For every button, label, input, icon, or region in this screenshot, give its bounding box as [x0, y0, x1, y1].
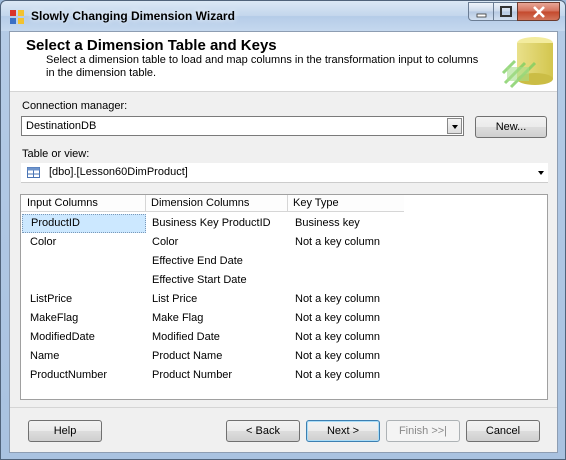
wizard-window: Slowly Changing Dimension Wizard Select …	[0, 0, 566, 460]
key-type-cell[interactable]: Not a key column	[295, 312, 380, 324]
back-button[interactable]: < Back	[226, 420, 300, 442]
dimension-column-cell: Effective Start Date	[152, 274, 247, 286]
page-title: Select a Dimension Table and Keys	[26, 37, 277, 54]
dimension-column-cell: Color	[152, 236, 179, 248]
next-button[interactable]: Next >	[306, 420, 380, 442]
input-column-cell[interactable]: ListPrice	[30, 293, 72, 305]
chevron-down-icon[interactable]	[538, 171, 544, 175]
maximize-button[interactable]	[493, 2, 518, 21]
finish-button[interactable]: Finish >>|	[386, 420, 460, 442]
table-row[interactable]: Effective Start Date	[21, 271, 547, 290]
input-column-cell[interactable]: ModifiedDate	[30, 331, 95, 343]
key-type-cell[interactable]: Not a key column	[295, 236, 380, 248]
column-header-dimension[interactable]: Dimension Columns	[151, 197, 249, 209]
dimension-column-cell: Modified Date	[152, 331, 220, 343]
key-type-cell[interactable]: Business key	[295, 217, 360, 229]
table-row[interactable]: ModifiedDate Modified Date Not a key col…	[21, 328, 547, 347]
dimension-column-cell: Business Key ProductID	[152, 217, 271, 229]
app-icon	[10, 10, 24, 24]
database-graphic-icon	[501, 37, 553, 89]
table-row[interactable]: ProductID Business Key ProductID Busines…	[21, 214, 547, 233]
table-or-view-value: [dbo].[Lesson60DimProduct]	[49, 166, 188, 178]
key-type-cell[interactable]: Not a key column	[295, 331, 380, 343]
table-row[interactable]: Name Product Name Not a key column	[21, 347, 547, 366]
key-type-cell[interactable]: Not a key column	[295, 350, 380, 362]
page-header: Select a Dimension Table and Keys Select…	[10, 32, 557, 92]
dimension-column-cell: Make Flag	[152, 312, 204, 324]
key-type-cell[interactable]: Not a key column	[295, 293, 380, 305]
wizard-body: Select a Dimension Table and Keys Select…	[9, 31, 558, 453]
cancel-button[interactable]: Cancel	[466, 420, 540, 442]
dimension-column-cell: List Price	[152, 293, 198, 305]
key-type-cell[interactable]: Not a key column	[295, 369, 380, 381]
input-column-cell[interactable]: MakeFlag	[30, 312, 78, 324]
minimize-icon	[476, 13, 487, 18]
table-row[interactable]: MakeFlag Make Flag Not a key column	[21, 309, 547, 328]
close-icon	[533, 6, 545, 18]
column-divider	[287, 195, 288, 212]
page-description: Select a dimension table to load and map…	[46, 54, 479, 79]
connection-manager-label: Connection manager:	[22, 100, 128, 112]
connection-manager-select[interactable]: DestinationDB	[21, 116, 464, 136]
table-icon	[27, 167, 40, 178]
maximize-icon	[500, 6, 512, 17]
connection-manager-value: DestinationDB	[26, 120, 97, 132]
column-header-input[interactable]: Input Columns	[27, 197, 98, 209]
dimension-column-cell: Product Number	[152, 369, 233, 381]
table-or-view-select[interactable]: [dbo].[Lesson60DimProduct]	[21, 163, 548, 183]
footer-divider	[10, 407, 557, 408]
dimension-column-cell: Effective End Date	[152, 255, 243, 267]
new-connection-button[interactable]: New...	[475, 116, 547, 138]
table-row[interactable]: ProductNumber Product Number Not a key c…	[21, 366, 547, 385]
table-row[interactable]: Color Color Not a key column	[21, 233, 547, 252]
table-or-view-label: Table or view:	[22, 148, 90, 160]
column-header-key-type[interactable]: Key Type	[293, 197, 339, 209]
input-column-cell[interactable]: Name	[30, 350, 59, 362]
input-column-cell[interactable]: ProductNumber	[30, 369, 107, 381]
table-row[interactable]: ListPrice List Price Not a key column	[21, 290, 547, 309]
minimize-button[interactable]	[468, 2, 494, 21]
grid-header: Input Columns Dimension Columns Key Type	[21, 195, 404, 212]
input-column-cell[interactable]: Color	[30, 236, 56, 248]
window-title: Slowly Changing Dimension Wizard	[31, 9, 235, 23]
title-bar[interactable]: Slowly Changing Dimension Wizard	[1, 1, 565, 31]
input-column-cell[interactable]: ProductID	[22, 214, 146, 233]
column-divider	[145, 195, 146, 212]
chevron-down-icon[interactable]	[447, 118, 462, 134]
close-button[interactable]	[517, 2, 560, 21]
dimension-column-cell: Product Name	[152, 350, 223, 362]
help-button[interactable]: Help	[28, 420, 102, 442]
table-row[interactable]: Effective End Date	[21, 252, 547, 271]
column-mapping-grid[interactable]: Input Columns Dimension Columns Key Type…	[20, 194, 548, 400]
